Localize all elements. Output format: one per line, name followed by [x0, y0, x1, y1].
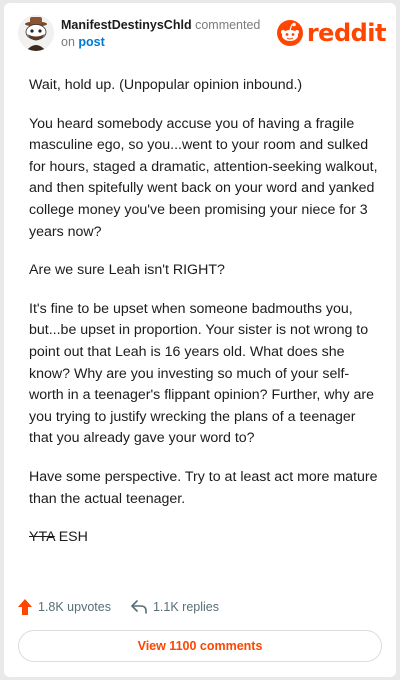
view-comments-button[interactable]: View 1100 comments [18, 630, 382, 662]
reddit-wordmark: reddit [306, 19, 387, 47]
reply-button[interactable]: 1.1K replies [131, 600, 219, 614]
comment-paragraph: It's fine to be upset when someone badmo… [29, 300, 374, 447]
comment-paragraph: You heard somebody accuse you of having … [29, 115, 378, 240]
snoo-avatar-icon [18, 15, 54, 51]
comment-paragraph: Have some perspective. Try to at least a… [29, 468, 378, 507]
comment-paragraph: Are we sure Leah isn't RIGHT? [29, 262, 225, 279]
struck-verdict: YTA [29, 529, 55, 546]
verdict-line: YTA ESH [29, 527, 379, 549]
commented-label: commented [195, 18, 261, 32]
username-link[interactable]: ManifestDestinysChld [61, 18, 192, 32]
comment-card: ManifestDestinysChld commented on post r… [4, 3, 396, 677]
comment-body: Wait, hold up. (Unpopular opinion inboun… [29, 75, 379, 566]
comment-header: ManifestDestinysChld commented on post r… [4, 3, 396, 63]
verdict: ESH [58, 529, 88, 546]
reply-arrow-icon [131, 600, 147, 614]
upvote-arrow-icon [18, 599, 32, 615]
avatar[interactable] [18, 15, 54, 51]
comment-paragraph: Wait, hold up. (Unpopular opinion inboun… [29, 77, 303, 93]
comment-meta: ManifestDestinysChld commented on post [61, 17, 281, 51]
upvote-button[interactable]: 1.8K upvotes [18, 599, 111, 615]
upvote-count: 1.8K upvotes [38, 600, 111, 614]
post-link[interactable]: post [78, 35, 104, 49]
reddit-snoo-icon [276, 20, 303, 46]
comment-footer: 1.8K upvotes 1.1K replies [18, 597, 239, 617]
on-label: on [61, 35, 75, 49]
reply-count: 1.1K replies [152, 600, 219, 614]
reddit-logo[interactable]: reddit [276, 19, 387, 47]
